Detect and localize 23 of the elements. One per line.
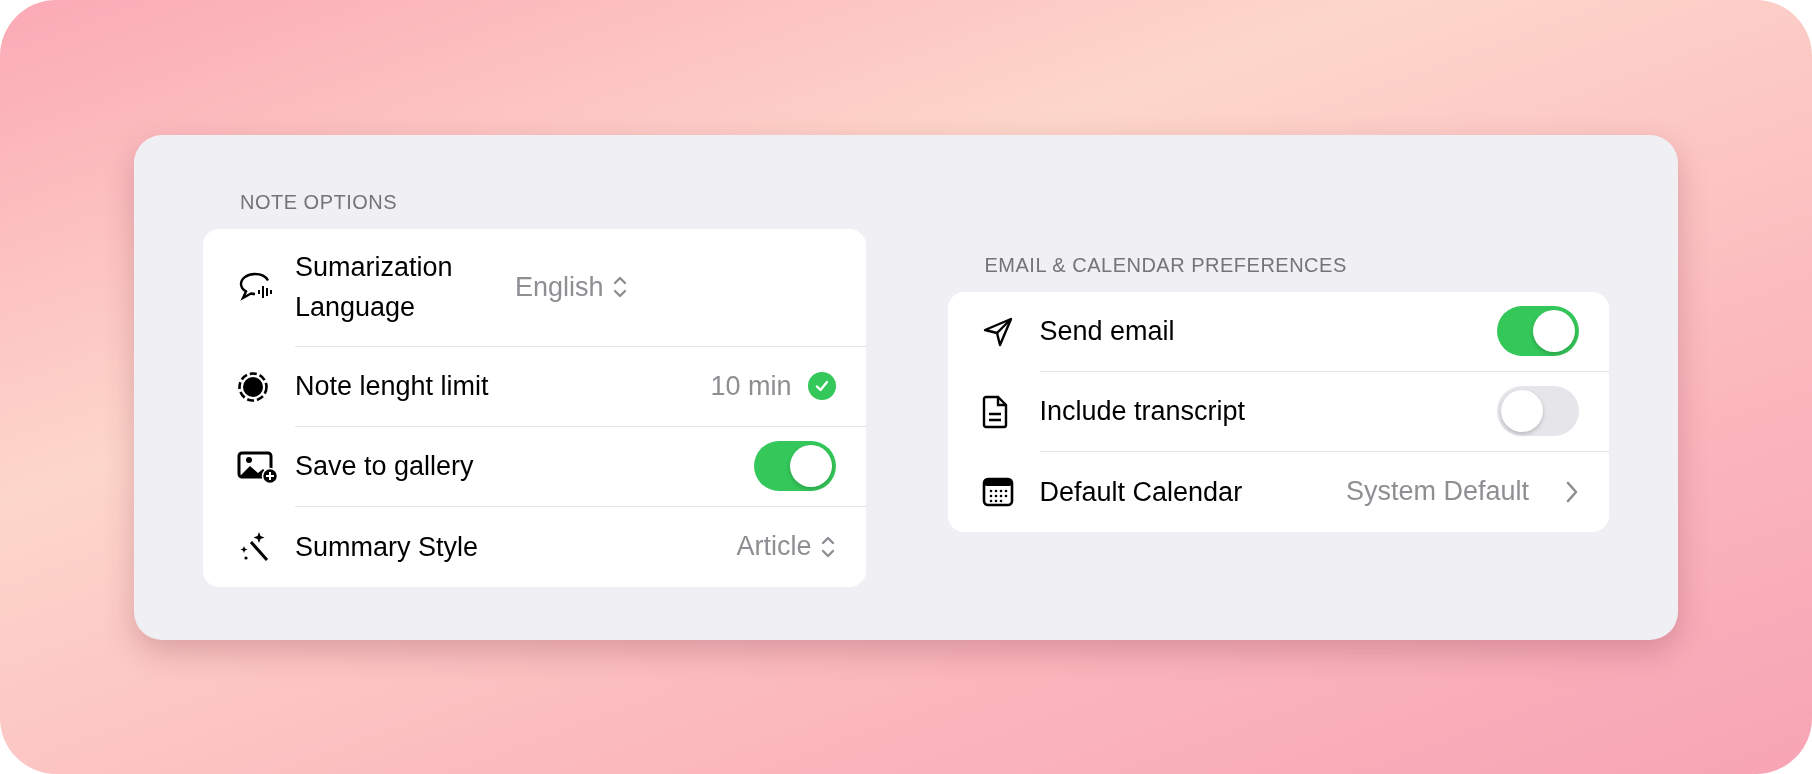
toggle-switch[interactable] [753, 441, 836, 491]
setting-label: Include transcript [1039, 395, 1247, 428]
setting-label: Default Calendar [1039, 475, 1244, 509]
photo-add-icon [237, 449, 279, 484]
calendar-icon [981, 476, 1014, 507]
chevron-right-icon [1565, 479, 1579, 504]
section-header: EMAIL & CALENDAR PREFERENCES [983, 252, 1348, 278]
send-icon [981, 315, 1014, 348]
target-circle-icon [237, 370, 269, 403]
setting-value: System Default [1345, 475, 1529, 509]
toggle-switch[interactable] [1497, 306, 1579, 356]
setting-label: Sumarization Language [295, 251, 454, 324]
setting-label: Note lenght limit [295, 370, 490, 403]
setting-value: 10 min [710, 369, 792, 403]
up-down-chevron-icon [611, 274, 628, 300]
toggle-switch[interactable] [1497, 386, 1579, 436]
section-header: NOTE OPTIONS [239, 189, 399, 215]
setting-label: Summary Style [295, 530, 480, 564]
setting-label: Send email [1039, 315, 1176, 348]
select-button[interactable]: English [515, 266, 628, 308]
select-button[interactable]: Article [736, 526, 836, 567]
setting-label: Save to gallery [295, 450, 475, 483]
document-icon [981, 394, 1008, 429]
